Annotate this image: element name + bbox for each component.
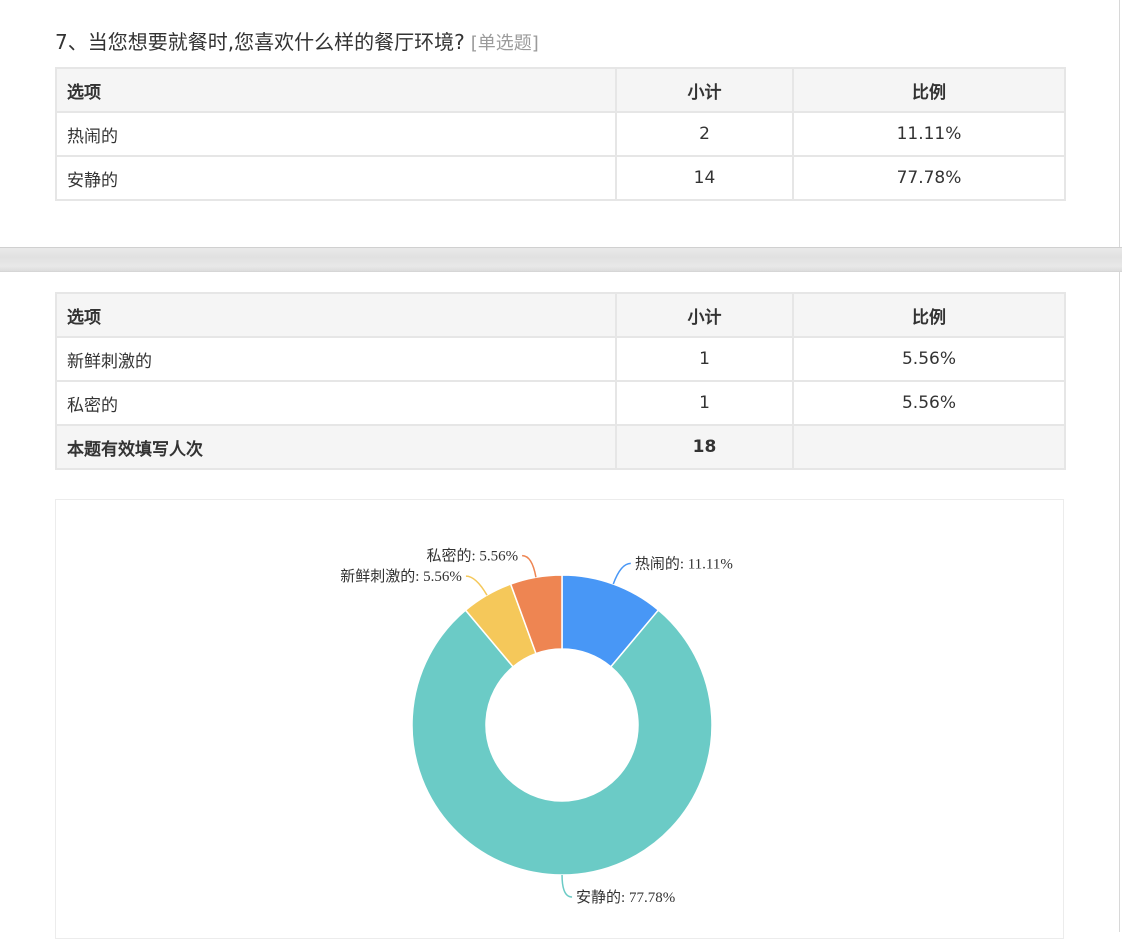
slice-quiet[interactable]	[411, 609, 713, 876]
label-exciting: 新鲜刺激的: 5.56%	[340, 568, 462, 585]
leader-line-exciting	[465, 575, 488, 596]
leader-line-lively	[612, 562, 631, 585]
table-row: 安静的 14 77.78%	[55, 155, 1066, 201]
row-count: 1	[615, 336, 794, 382]
stats-table-bottom: 选项 小计 比例 新鲜刺激的 1 5.56% 私密的 1 5.56% 本题有效填…	[55, 292, 1066, 470]
header-option: 选项	[55, 292, 617, 338]
table-row: 新鲜刺激的 1 5.56%	[55, 336, 1066, 382]
question-type-label: [单选题]	[470, 33, 539, 54]
row-percent: 5.56%	[792, 380, 1066, 426]
row-option: 热闹的	[55, 111, 617, 157]
row-option: 私密的	[55, 380, 617, 426]
question-title-text: 7、当您想要就餐时,您喜欢什么样的餐厅环境?	[55, 30, 465, 54]
row-count: 1	[615, 380, 794, 426]
page-separator	[0, 247, 1122, 272]
question-title: 7、当您想要就餐时,您喜欢什么样的餐厅环境? [单选题]	[55, 26, 539, 55]
row-count: 14	[615, 155, 794, 201]
table-row: 热闹的 2 11.11%	[55, 111, 1066, 157]
table-header-row: 选项 小计 比例	[55, 67, 1066, 113]
stats-table-top: 选项 小计 比例 热闹的 2 11.11% 安静的 14 77.78%	[55, 67, 1066, 201]
label-private: 私密的: 5.56%	[426, 548, 518, 565]
total-count: 18	[615, 424, 794, 470]
row-count: 2	[615, 111, 794, 157]
leader-line-private	[522, 554, 537, 578]
label-quiet: 安静的: 77.78%	[576, 889, 675, 906]
header-option: 选项	[55, 67, 617, 113]
table-total-row: 本题有效填写人次 18	[55, 424, 1066, 470]
label-lively: 热闹的: 11.11%	[635, 555, 733, 572]
row-option: 新鲜刺激的	[55, 336, 617, 382]
chart-container: 热闹的: 11.11% 安静的: 77.78% 新鲜刺激的: 5.56% 私密的: 5…	[55, 499, 1064, 939]
row-percent: 5.56%	[792, 336, 1066, 382]
header-percent: 比例	[792, 67, 1066, 113]
row-percent: 11.11%	[792, 111, 1066, 157]
total-label: 本题有效填写人次	[55, 424, 617, 470]
leader-line-quiet	[561, 874, 573, 898]
header-percent: 比例	[792, 292, 1066, 338]
donut-chart: 热闹的: 11.11% 安静的: 77.78% 新鲜刺激的: 5.56% 私密的: 5…	[340, 548, 733, 906]
table-header-row: 选项 小计 比例	[55, 292, 1066, 338]
row-option: 安静的	[55, 155, 617, 201]
row-percent: 77.78%	[792, 155, 1066, 201]
question-panel-top: 7、当您想要就餐时,您喜欢什么样的餐厅环境? [单选题] 选项 小计 比例 热闹的…	[0, 0, 1120, 247]
header-count: 小计	[615, 292, 794, 338]
total-empty	[792, 424, 1066, 470]
header-count: 小计	[615, 67, 794, 113]
table-row: 私密的 1 5.56%	[55, 380, 1066, 426]
